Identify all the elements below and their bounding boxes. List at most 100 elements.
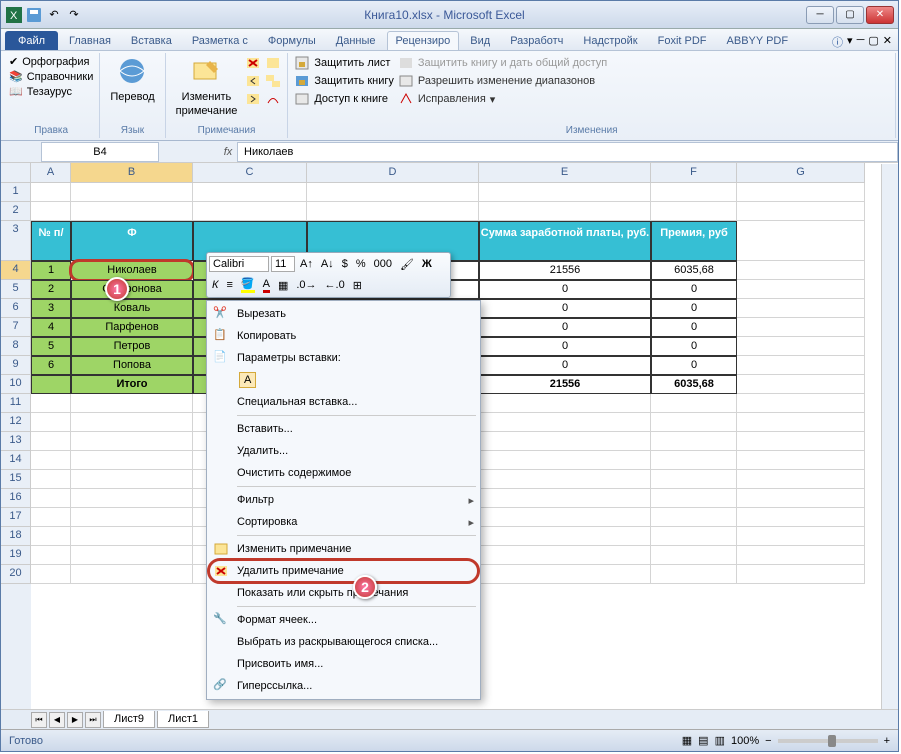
share-book-button[interactable]: Доступ к книге bbox=[294, 91, 394, 107]
track-changes-button[interactable]: Исправления ▾ bbox=[398, 91, 607, 107]
grow-font-icon[interactable]: A↑ bbox=[297, 257, 316, 271]
menu-paste-special[interactable]: Специальная вставка... bbox=[209, 391, 478, 413]
money-format-icon[interactable]: $ bbox=[339, 257, 351, 271]
row-header[interactable]: 16 bbox=[1, 489, 31, 508]
row-header[interactable]: 11 bbox=[1, 394, 31, 413]
menu-hyperlink[interactable]: 🔗Гиперссылка... bbox=[209, 675, 478, 697]
paste-option-a[interactable]: A bbox=[209, 369, 478, 391]
row-header[interactable]: 2 bbox=[1, 202, 31, 221]
doc-close-icon[interactable]: ✕ bbox=[883, 34, 892, 50]
zoom-in-icon[interactable]: + bbox=[884, 735, 890, 747]
col-header[interactable]: B bbox=[71, 163, 193, 183]
tab-nav-prev[interactable]: ◀ bbox=[49, 712, 65, 728]
row-header[interactable]: 6 bbox=[1, 299, 31, 318]
decimal-inc-icon[interactable]: .0→ bbox=[293, 278, 319, 292]
thesaurus-button[interactable]: 📖Тезаурус bbox=[9, 85, 93, 98]
view-normal-icon[interactable]: ▦ bbox=[682, 734, 692, 747]
menu-paste-options[interactable]: 📄Параметры вставки: bbox=[209, 347, 478, 369]
tab-data[interactable]: Данные bbox=[327, 31, 385, 50]
col-header[interactable]: A bbox=[31, 163, 71, 183]
menu-sort[interactable]: Сортировка▸ bbox=[209, 511, 478, 533]
show-comment-icon[interactable] bbox=[265, 55, 281, 71]
minimize-button[interactable]: ─ bbox=[806, 6, 834, 24]
redo-icon[interactable]: ↷ bbox=[65, 6, 83, 24]
ribbon-min-icon[interactable]: ▾ bbox=[847, 34, 853, 50]
row-header[interactable]: 9 bbox=[1, 356, 31, 375]
show-ink-icon[interactable] bbox=[265, 91, 281, 107]
tab-view[interactable]: Вид bbox=[461, 31, 499, 50]
show-all-icon[interactable] bbox=[265, 73, 281, 89]
view-break-icon[interactable]: ▥ bbox=[715, 734, 725, 747]
sheet-tab[interactable]: Лист9 bbox=[103, 711, 155, 728]
row-header[interactable]: 14 bbox=[1, 451, 31, 470]
vertical-scrollbar[interactable] bbox=[881, 164, 898, 709]
formula-bar[interactable]: Николаев bbox=[237, 142, 898, 162]
menu-delete[interactable]: Удалить... bbox=[209, 440, 478, 462]
menu-edit-comment[interactable]: Изменить примечание bbox=[209, 538, 478, 560]
col-header[interactable]: C bbox=[193, 163, 307, 183]
tab-file[interactable]: Файл bbox=[5, 31, 58, 50]
row-header[interactable]: 19 bbox=[1, 546, 31, 565]
tab-insert[interactable]: Вставка bbox=[122, 31, 181, 50]
decimal-dec-icon[interactable]: ←.0 bbox=[322, 278, 348, 292]
row-header[interactable]: 8 bbox=[1, 337, 31, 356]
format-painter-icon[interactable]: 🖌 bbox=[397, 257, 417, 272]
allow-ranges-button[interactable]: Разрешить изменение диапазонов bbox=[398, 73, 607, 89]
maximize-button[interactable]: ▢ bbox=[836, 6, 864, 24]
row-header[interactable]: 5 bbox=[1, 280, 31, 299]
row-header[interactable]: 20 bbox=[1, 565, 31, 584]
row-header[interactable]: 3 bbox=[1, 221, 31, 261]
selected-cell[interactable]: Николаев bbox=[71, 261, 193, 280]
tab-abbyy[interactable]: ABBYY PDF bbox=[718, 31, 798, 50]
close-button[interactable]: ✕ bbox=[866, 6, 894, 24]
menu-format-cells[interactable]: 🔧Формат ячеек... bbox=[209, 609, 478, 631]
protect-sheet-button[interactable]: Защитить лист bbox=[294, 55, 394, 71]
menu-delete-comment[interactable]: Удалить примечание bbox=[209, 560, 478, 582]
col-header[interactable]: D bbox=[307, 163, 479, 183]
name-box[interactable]: B4 bbox=[41, 142, 159, 162]
borders-icon[interactable]: ▦ bbox=[275, 278, 291, 293]
menu-copy[interactable]: 📋Копировать bbox=[209, 325, 478, 347]
row-header[interactable]: 18 bbox=[1, 527, 31, 546]
tab-foxit[interactable]: Foxit PDF bbox=[649, 31, 716, 50]
shrink-font-icon[interactable]: A↓ bbox=[318, 257, 337, 271]
protect-book-button[interactable]: Защитить книгу bbox=[294, 73, 394, 89]
zoom-level[interactable]: 100% bbox=[731, 735, 759, 747]
row-header[interactable]: 13 bbox=[1, 432, 31, 451]
edit-comment-button[interactable]: Изменить примечание bbox=[172, 55, 242, 123]
col-header[interactable]: F bbox=[651, 163, 737, 183]
fill-color-icon[interactable]: 🪣 bbox=[238, 276, 258, 294]
tab-nav-next[interactable]: ▶ bbox=[67, 712, 83, 728]
excel-icon[interactable]: X bbox=[5, 6, 23, 24]
row-header[interactable]: 7 bbox=[1, 318, 31, 337]
align-icon[interactable]: ≡ bbox=[223, 278, 235, 292]
undo-icon[interactable]: ↶ bbox=[45, 6, 63, 24]
col-header[interactable]: E bbox=[479, 163, 651, 183]
merge-icon[interactable]: ⊞ bbox=[350, 278, 365, 293]
menu-dropdown-list[interactable]: Выбрать из раскрывающегося списка... bbox=[209, 631, 478, 653]
tab-developer[interactable]: Разработч bbox=[501, 31, 572, 50]
sheet-tab[interactable]: Лист1 bbox=[157, 711, 209, 728]
doc-min-icon[interactable]: ─ bbox=[857, 34, 865, 50]
save-icon[interactable] bbox=[25, 6, 43, 24]
menu-filter[interactable]: Фильтр▸ bbox=[209, 489, 478, 511]
header-name[interactable]: Ф bbox=[71, 221, 193, 261]
spelling-button[interactable]: ✔Орфография bbox=[9, 55, 93, 68]
col-header[interactable]: G bbox=[737, 163, 865, 183]
prev-comment-icon[interactable] bbox=[245, 73, 261, 89]
row-header[interactable]: 10 bbox=[1, 375, 31, 394]
bold-icon[interactable]: Ж bbox=[419, 257, 435, 271]
row-header[interactable]: 17 bbox=[1, 508, 31, 527]
tab-nav-last[interactable]: ⏭ bbox=[85, 712, 101, 728]
reference-button[interactable]: 📚Справочники bbox=[9, 70, 93, 83]
menu-clear[interactable]: Очистить содержимое bbox=[209, 462, 478, 484]
select-all-corner[interactable] bbox=[1, 163, 31, 183]
fx-icon[interactable]: fx bbox=[219, 146, 237, 158]
font-selector[interactable]: Calibri bbox=[209, 256, 269, 272]
menu-insert[interactable]: Вставить... bbox=[209, 418, 478, 440]
zoom-out-icon[interactable]: − bbox=[765, 735, 771, 747]
menu-define-name[interactable]: Присвоить имя... bbox=[209, 653, 478, 675]
row-header[interactable]: 1 bbox=[1, 183, 31, 202]
next-comment-icon[interactable] bbox=[245, 91, 261, 107]
zoom-slider[interactable] bbox=[778, 739, 878, 743]
